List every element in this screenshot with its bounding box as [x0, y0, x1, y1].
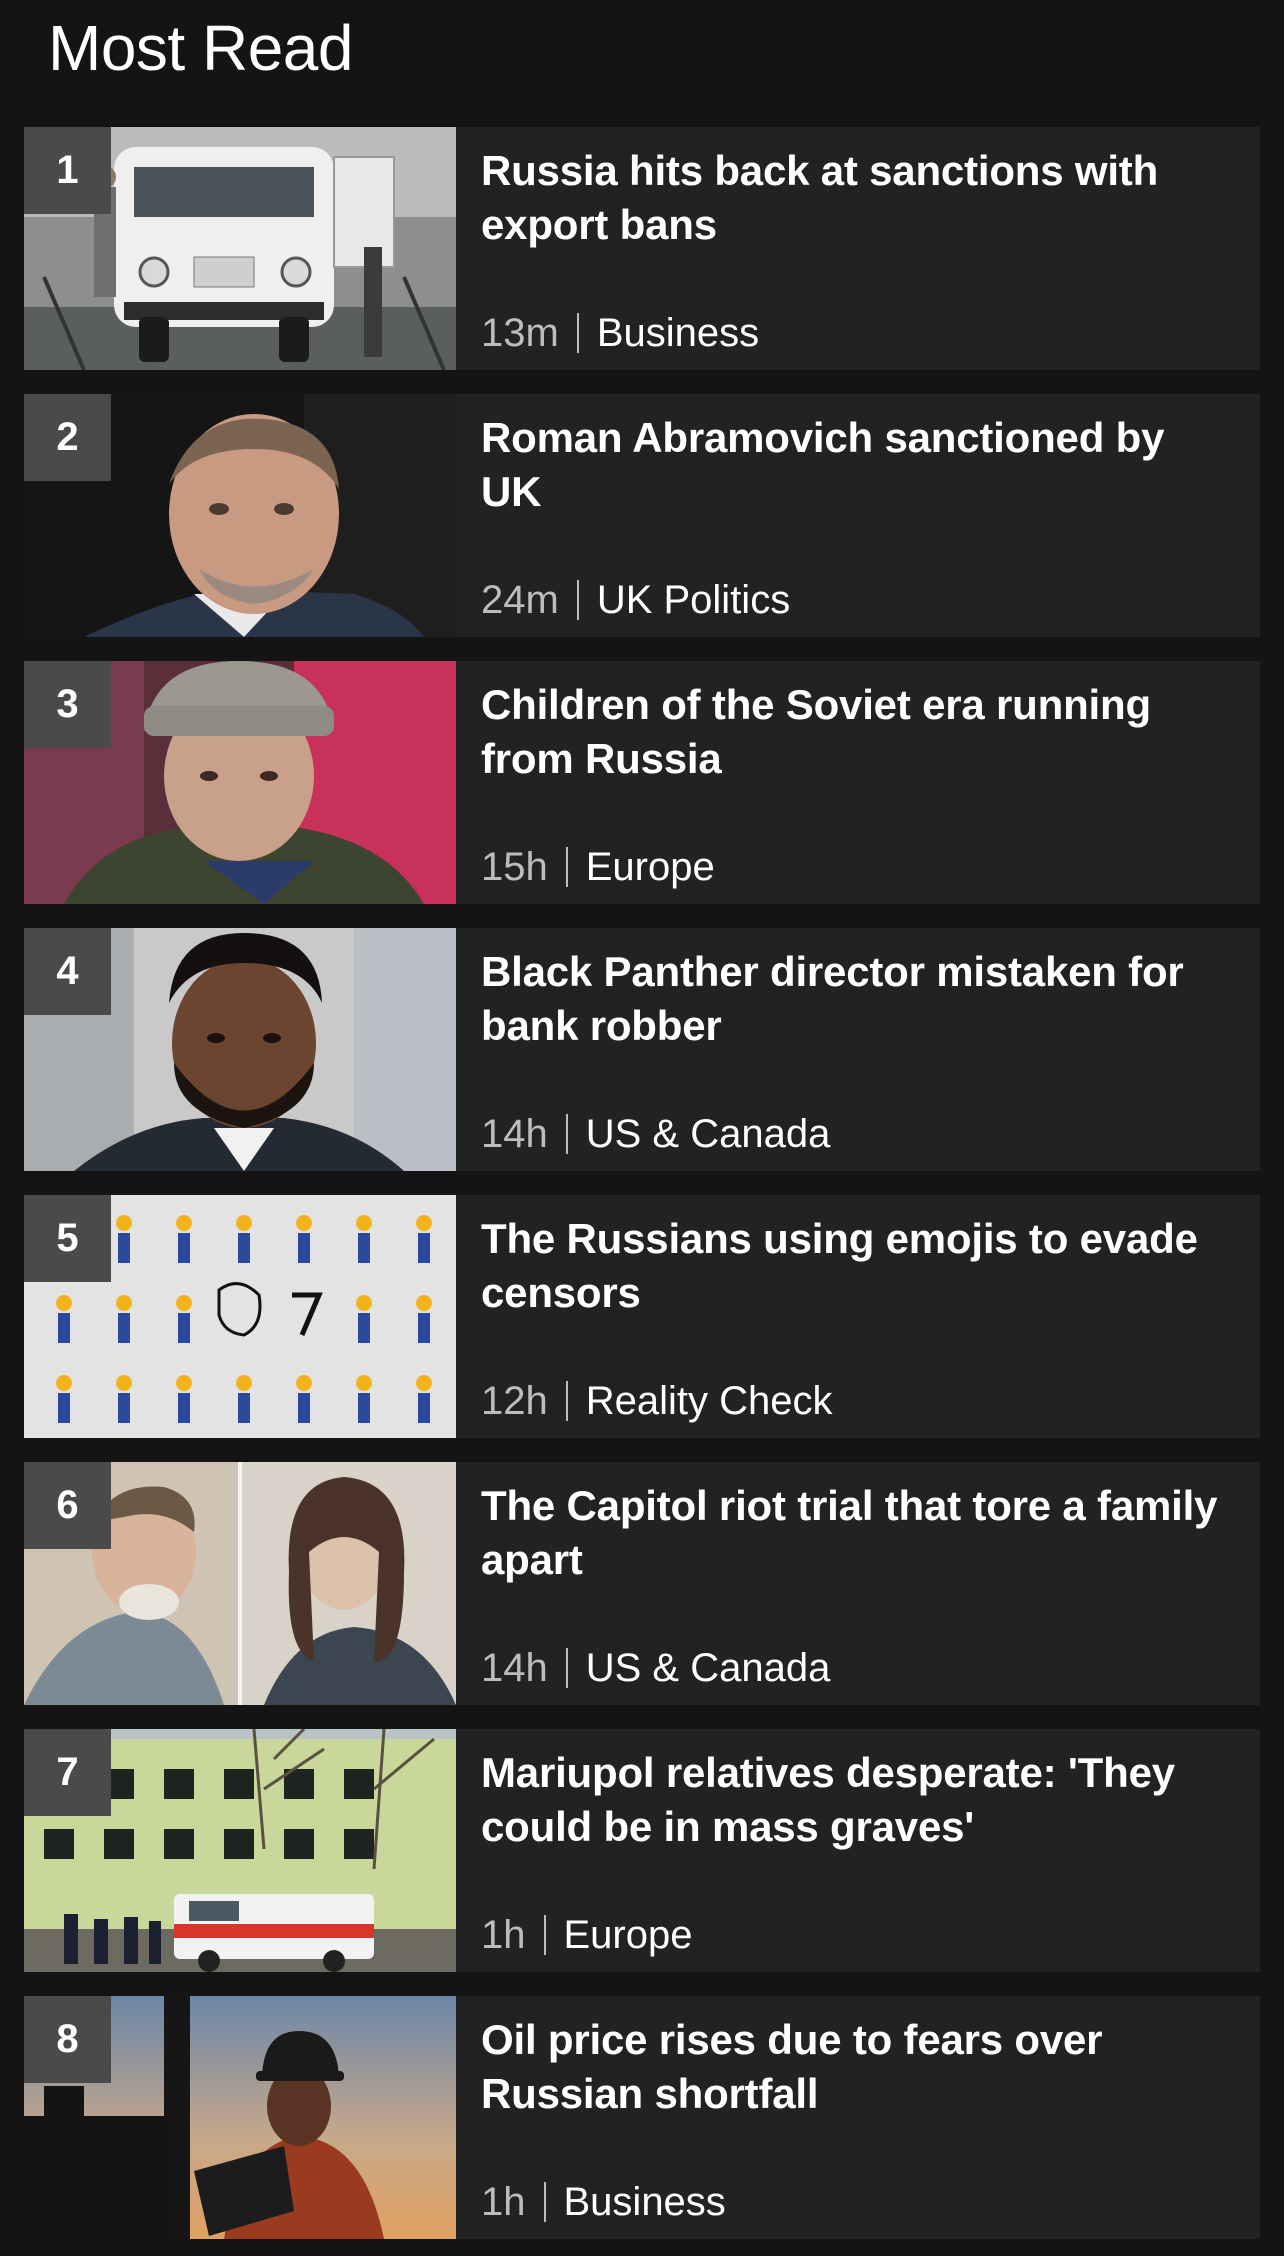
timestamp: 24m [481, 578, 559, 622]
rank-badge: 5 [24, 1195, 111, 1282]
rank-badge: 4 [24, 928, 111, 1015]
timestamp: 14h [481, 1646, 548, 1690]
item-meta: 13m Business [481, 308, 759, 358]
item-meta: 15h Europe [481, 842, 715, 892]
meta-divider [565, 1648, 568, 1688]
headline-link[interactable]: Oil price rises due to fears over Russia… [481, 2013, 1230, 2121]
headline-link[interactable]: Children of the Soviet era running from … [481, 678, 1230, 786]
meta-divider [543, 1915, 546, 1955]
item-meta: 14h US & Canada [481, 1643, 830, 1693]
list-item[interactable]: 6 The Capitol riot trial that tore a fam… [24, 1462, 1260, 1705]
headline-link[interactable]: The Capitol riot trial that tore a famil… [481, 1479, 1230, 1587]
rank-badge: 7 [24, 1729, 111, 1816]
item-meta: 24m UK Politics [481, 575, 790, 625]
timestamp: 1h [481, 1913, 526, 1957]
section-link[interactable]: Europe [586, 842, 715, 892]
section-link[interactable]: UK Politics [597, 575, 790, 625]
thumbnail-courtroom-sketch: 6 [24, 1462, 456, 1705]
meta-divider [565, 847, 568, 887]
thumbnail-emoji-grid: 5 [24, 1195, 456, 1438]
timestamp: 14h [481, 1112, 548, 1156]
most-read-list: 1 Russia hits back at sanctions with exp… [24, 127, 1260, 2256]
timestamp: 12h [481, 1379, 548, 1423]
section-link[interactable]: Business [564, 2177, 726, 2227]
item-meta: 1h Business [481, 2177, 726, 2227]
list-item[interactable]: 5 The Russians using emojis to evade cen… [24, 1195, 1260, 1438]
list-item[interactable]: 2 Roman Abramovich sanctioned by UK 24m … [24, 394, 1260, 637]
meta-divider [565, 1114, 568, 1154]
section-link[interactable]: US & Canada [586, 1109, 831, 1159]
thumbnail-damaged-building: 7 [24, 1729, 456, 1972]
headline-link[interactable]: The Russians using emojis to evade censo… [481, 1212, 1230, 1320]
headline-link[interactable]: Russia hits back at sanctions with expor… [481, 144, 1230, 252]
rank-badge: 2 [24, 394, 111, 481]
rank-badge: 3 [24, 661, 111, 748]
item-meta: 12h Reality Check [481, 1376, 833, 1426]
rank-badge: 1 [24, 127, 111, 214]
meta-divider [576, 313, 579, 353]
headline-link[interactable]: Roman Abramovich sanctioned by UK [481, 411, 1230, 519]
timestamp: 13m [481, 311, 559, 355]
item-meta: 14h US & Canada [481, 1109, 830, 1159]
timestamp: 15h [481, 845, 548, 889]
thumbnail-abramovich: 2 [24, 394, 456, 637]
thumbnail-uaz-van: 1 [24, 127, 456, 370]
rank-badge: 6 [24, 1462, 111, 1549]
headline-link[interactable]: Black Panther director mistaken for bank… [481, 945, 1230, 1053]
section-title: Most Read [48, 12, 353, 84]
meta-divider [543, 2182, 546, 2222]
meta-divider [565, 1381, 568, 1421]
section-link[interactable]: US & Canada [586, 1643, 831, 1693]
item-meta: 1h Europe [481, 1910, 692, 1960]
list-item[interactable]: 4 Black Panther director mistaken for ba… [24, 928, 1260, 1171]
timestamp: 1h [481, 2180, 526, 2224]
thumbnail-oil-worker: 8 [24, 1996, 456, 2239]
headline-link[interactable]: Mariupol relatives desperate: 'They coul… [481, 1746, 1230, 1854]
section-link[interactable]: Business [597, 308, 759, 358]
list-item[interactable]: 1 Russia hits back at sanctions with exp… [24, 127, 1260, 370]
meta-divider [576, 580, 579, 620]
section-link[interactable]: Europe [564, 1910, 693, 1960]
list-item[interactable]: 3 Children of the Soviet era running fro… [24, 661, 1260, 904]
list-item[interactable]: 8 Oil price rises due to fears over Russ… [24, 1996, 1260, 2239]
section-link[interactable]: Reality Check [586, 1376, 833, 1426]
rank-badge: 8 [24, 1996, 111, 2083]
most-read-page: Most Read 1 Russia hits back at sanction… [0, 0, 1284, 2256]
thumbnail-man-in-beanie: 3 [24, 661, 456, 904]
list-item[interactable]: 7 Mariupol relatives desperate: 'They co… [24, 1729, 1260, 1972]
thumbnail-director-portrait: 4 [24, 928, 456, 1171]
